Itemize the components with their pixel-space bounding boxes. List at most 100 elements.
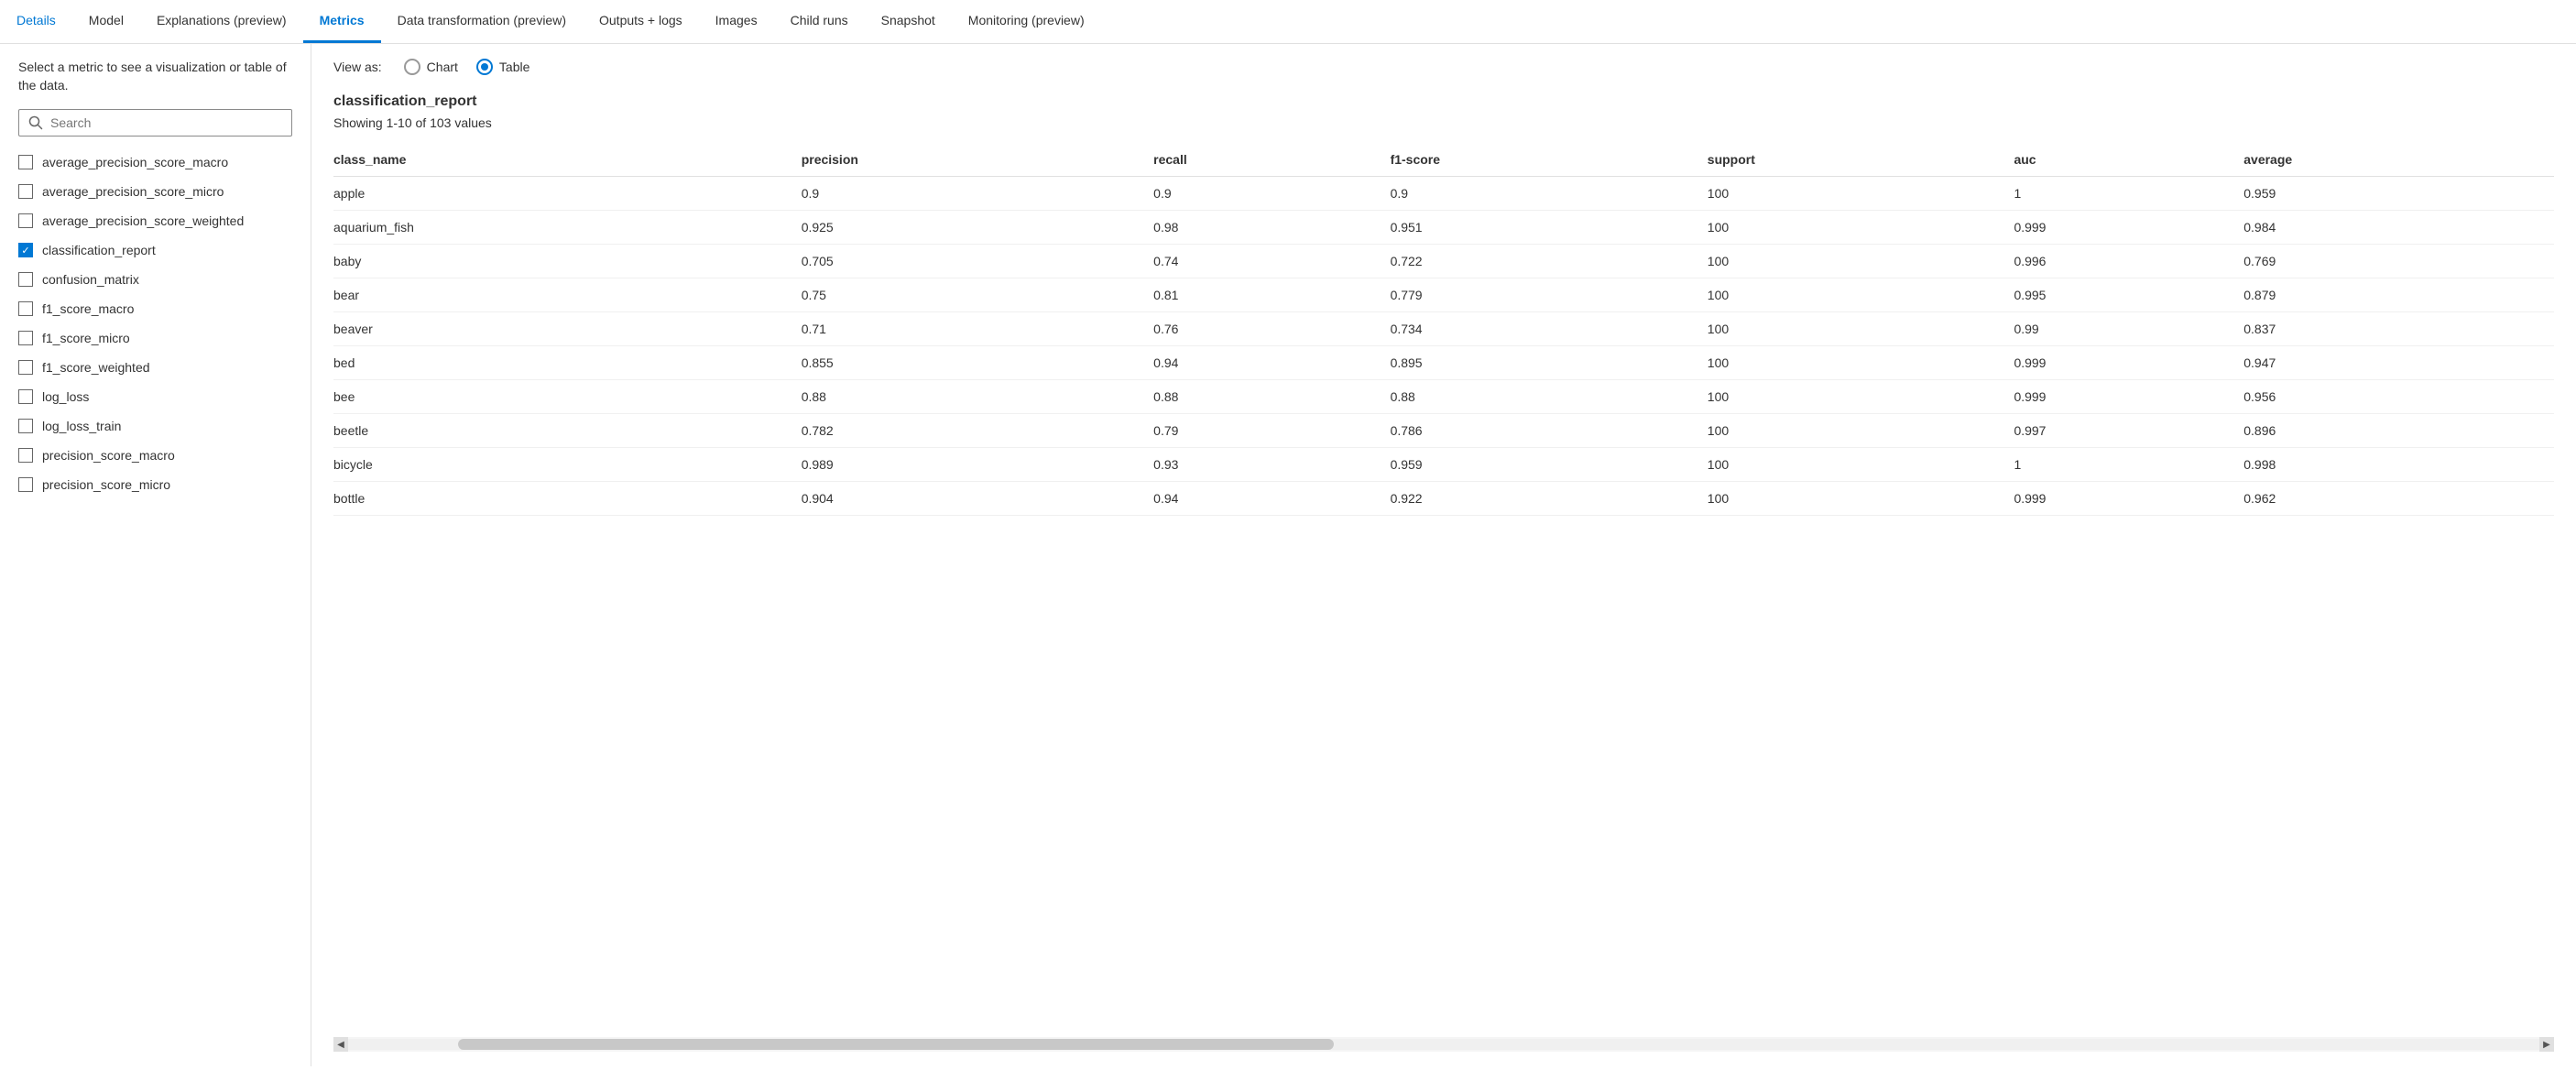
cell-5-1: 0.855: [802, 346, 1153, 380]
tab-metrics[interactable]: Metrics: [303, 0, 381, 43]
table-row: beaver0.710.760.7341000.990.837: [333, 312, 2554, 346]
table-header: class_nameprecisionrecallf1-scoresupport…: [333, 145, 2554, 177]
tab-snapshot[interactable]: Snapshot: [865, 0, 952, 43]
table-wrapper[interactable]: class_nameprecisionrecallf1-scoresupport…: [333, 145, 2554, 1035]
tab-explanations[interactable]: Explanations (preview): [140, 0, 303, 43]
radio-group: Chart Table: [404, 59, 530, 75]
cell-2-0: baby: [333, 245, 802, 278]
metric-item-f1_score_weighted[interactable]: f1_score_weighted: [0, 353, 311, 382]
metric-checkbox-precision_score_macro[interactable]: [18, 448, 33, 463]
tab-images[interactable]: Images: [699, 0, 774, 43]
sidebar: Select a metric to see a visualization o…: [0, 44, 311, 1066]
cell-4-2: 0.76: [1153, 312, 1390, 346]
view-as-row: View as: Chart Table: [333, 59, 2554, 75]
cell-6-5: 0.999: [2014, 380, 2243, 414]
search-input[interactable]: [50, 115, 282, 130]
metric-item-average_precision_score_macro[interactable]: average_precision_score_macro: [0, 147, 311, 177]
table-row: beetle0.7820.790.7861000.9970.896: [333, 414, 2554, 448]
metric-checkbox-f1_score_macro[interactable]: [18, 301, 33, 316]
cell-4-3: 0.734: [1391, 312, 1708, 346]
metric-item-precision_score_macro[interactable]: precision_score_macro: [0, 441, 311, 470]
cell-0-4: 100: [1708, 177, 2014, 211]
tab-outputs-logs[interactable]: Outputs + logs: [583, 0, 699, 43]
cell-3-0: bear: [333, 278, 802, 312]
cell-8-5: 1: [2014, 448, 2243, 482]
table-row: bee0.880.880.881000.9990.956: [333, 380, 2554, 414]
cell-4-4: 100: [1708, 312, 2014, 346]
scroll-right-arrow[interactable]: ▶: [2539, 1037, 2554, 1052]
cell-0-6: 0.959: [2243, 177, 2554, 211]
metric-checkbox-f1_score_micro[interactable]: [18, 331, 33, 345]
metric-item-classification_report[interactable]: classification_report: [0, 235, 311, 265]
metric-checkbox-f1_score_weighted[interactable]: [18, 360, 33, 375]
cell-6-6: 0.956: [2243, 380, 2554, 414]
cell-5-6: 0.947: [2243, 346, 2554, 380]
cell-9-5: 0.999: [2014, 482, 2243, 516]
metric-checkbox-log_loss_train[interactable]: [18, 419, 33, 433]
table-row: apple0.90.90.910010.959: [333, 177, 2554, 211]
content-area: View as: Chart Table classification_repo…: [311, 44, 2576, 1066]
cell-5-2: 0.94: [1153, 346, 1390, 380]
showing-text: Showing 1-10 of 103 values: [333, 115, 2554, 130]
metric-item-confusion_matrix[interactable]: confusion_matrix: [0, 265, 311, 294]
metric-item-average_precision_score_weighted[interactable]: average_precision_score_weighted: [0, 206, 311, 235]
metric-checkbox-average_precision_score_micro[interactable]: [18, 184, 33, 199]
tab-monitoring[interactable]: Monitoring (preview): [952, 0, 1101, 43]
table-radio-option[interactable]: Table: [476, 59, 529, 75]
metric-checkbox-classification_report[interactable]: [18, 243, 33, 257]
cell-1-3: 0.951: [1391, 211, 1708, 245]
cell-7-2: 0.79: [1153, 414, 1390, 448]
metric-item-log_loss[interactable]: log_loss: [0, 382, 311, 411]
tab-model[interactable]: Model: [72, 0, 140, 43]
cell-1-5: 0.999: [2014, 211, 2243, 245]
table-row: baby0.7050.740.7221000.9960.769: [333, 245, 2554, 278]
metric-item-precision_score_micro[interactable]: precision_score_micro: [0, 470, 311, 499]
chart-radio-label: Chart: [427, 60, 458, 74]
cell-3-5: 0.995: [2014, 278, 2243, 312]
metric-item-f1_score_macro[interactable]: f1_score_macro: [0, 294, 311, 323]
cell-4-6: 0.837: [2243, 312, 2554, 346]
metric-checkbox-log_loss[interactable]: [18, 389, 33, 404]
cell-8-2: 0.93: [1153, 448, 1390, 482]
cell-3-3: 0.779: [1391, 278, 1708, 312]
metric-label-precision_score_micro: precision_score_micro: [42, 477, 170, 492]
metric-label-average_precision_score_macro: average_precision_score_macro: [42, 155, 228, 169]
table-radio[interactable]: [476, 59, 493, 75]
scroll-left-arrow[interactable]: ◀: [333, 1037, 348, 1052]
cell-5-4: 100: [1708, 346, 2014, 380]
metric-checkbox-precision_score_micro[interactable]: [18, 477, 33, 492]
cell-6-3: 0.88: [1391, 380, 1708, 414]
chart-radio-option[interactable]: Chart: [404, 59, 458, 75]
metric-checkbox-average_precision_score_weighted[interactable]: [18, 213, 33, 228]
metric-label-confusion_matrix: confusion_matrix: [42, 272, 139, 287]
metric-item-log_loss_train[interactable]: log_loss_train: [0, 411, 311, 441]
metric-checkbox-average_precision_score_macro[interactable]: [18, 155, 33, 169]
metric-item-f1_score_micro[interactable]: f1_score_micro: [0, 323, 311, 353]
chart-radio[interactable]: [404, 59, 420, 75]
horizontal-scrollbar[interactable]: ◀ ▶: [333, 1037, 2554, 1052]
cell-8-4: 100: [1708, 448, 2014, 482]
cell-1-2: 0.98: [1153, 211, 1390, 245]
cell-1-0: aquarium_fish: [333, 211, 802, 245]
tab-details[interactable]: Details: [0, 0, 72, 43]
col-header-precision: precision: [802, 145, 1153, 177]
table-row: aquarium_fish0.9250.980.9511000.9990.984: [333, 211, 2554, 245]
metric-item-average_precision_score_micro[interactable]: average_precision_score_micro: [0, 177, 311, 206]
cell-9-0: bottle: [333, 482, 802, 516]
top-tabs: DetailsModelExplanations (preview)Metric…: [0, 0, 2576, 44]
col-header-average: average: [2243, 145, 2554, 177]
cell-9-2: 0.94: [1153, 482, 1390, 516]
cell-6-2: 0.88: [1153, 380, 1390, 414]
tab-data-transformation[interactable]: Data transformation (preview): [381, 0, 583, 43]
cell-9-1: 0.904: [802, 482, 1153, 516]
col-header-class_name: class_name: [333, 145, 802, 177]
scrollbar-track: [348, 1039, 2539, 1050]
cell-3-1: 0.75: [802, 278, 1153, 312]
metric-checkbox-confusion_matrix[interactable]: [18, 272, 33, 287]
tab-child-runs[interactable]: Child runs: [774, 0, 865, 43]
cell-1-1: 0.925: [802, 211, 1153, 245]
search-box[interactable]: [18, 109, 292, 136]
scrollbar-thumb[interactable]: [458, 1039, 1335, 1050]
cell-2-4: 100: [1708, 245, 2014, 278]
cell-8-3: 0.959: [1391, 448, 1708, 482]
